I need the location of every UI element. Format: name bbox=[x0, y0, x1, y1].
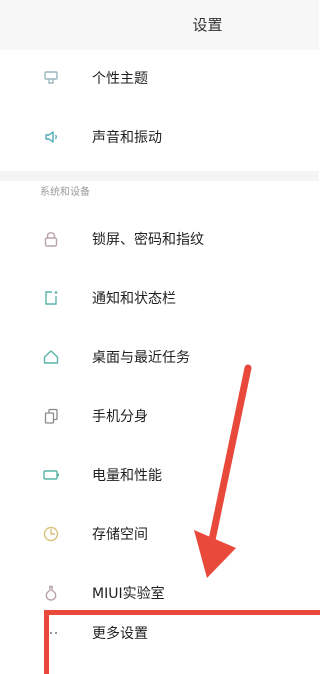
annotation-arrow bbox=[194, 364, 252, 578]
annotation-highlight-box bbox=[44, 610, 320, 674]
